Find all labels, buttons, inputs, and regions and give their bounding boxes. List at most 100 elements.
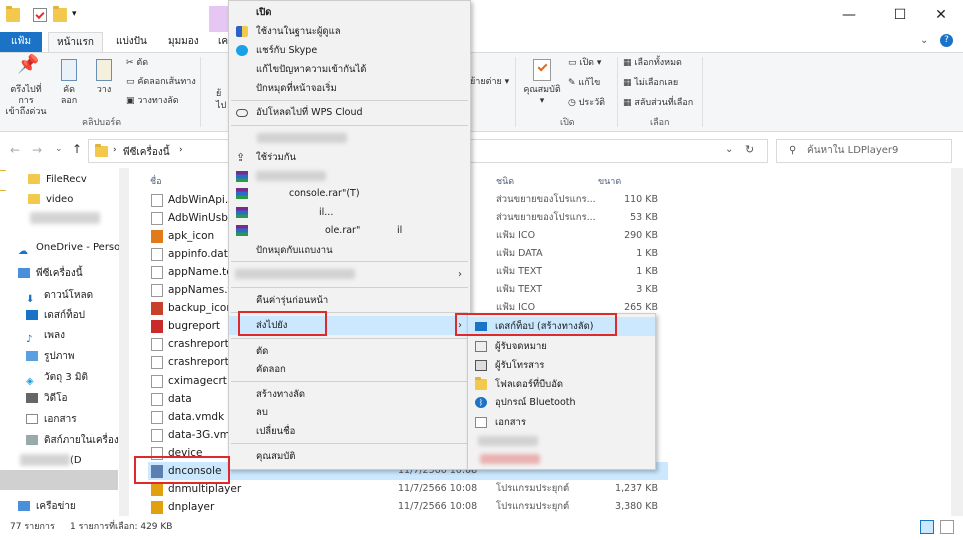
- sidebar-item-this-pc[interactable]: พีซีเครื่องนี้: [0, 264, 125, 284]
- menu-item-submenu-redacted[interactable]: ›: [229, 265, 470, 284]
- folder-icon: [28, 194, 40, 204]
- properties-button[interactable]: คุณสมบัติ ▾: [520, 59, 564, 107]
- new-folder-icon[interactable]: [53, 6, 67, 22]
- submenu-item-fax[interactable]: ผู้รับโทรสาร: [468, 356, 655, 375]
- file-row[interactable]: dnplayer 11/7/2566 10:08 โปรแกรมประยุกต์ 3,…: [148, 498, 668, 516]
- menu-item-cut[interactable]: ตัด: [229, 342, 470, 361]
- help-icon[interactable]: ?: [940, 34, 953, 47]
- forward-icon[interactable]: →: [32, 143, 42, 157]
- submenu-item-zip[interactable]: โฟลเดอร์ที่บีบอัด: [468, 375, 655, 394]
- minimize-button[interactable]: —: [826, 0, 872, 32]
- sidebar-item-local-disk-c[interactable]: ดิสก์ภายในเครื่อง (C: [0, 431, 125, 451]
- properties-icon[interactable]: [33, 8, 47, 22]
- sidebar-item-onedrive[interactable]: ☁ OneDrive - Person: [0, 238, 125, 258]
- tab-highlight: [209, 6, 229, 32]
- menu-separator: [231, 125, 468, 126]
- edit-button[interactable]: ✎ แก้ไข: [568, 78, 600, 89]
- pin-icon: 📌: [17, 54, 40, 75]
- menu-item-rar-2[interactable]: console.rar"(T): [229, 184, 470, 203]
- details-view-icon[interactable]: [920, 520, 934, 534]
- large-icons-view-icon[interactable]: [940, 520, 954, 534]
- menu-item-open[interactable]: เปิด: [229, 3, 470, 22]
- copy-button[interactable]: คัด ลอก: [56, 59, 82, 107]
- select-all-button[interactable]: ▦ เลือกทั้งหมด: [623, 58, 682, 69]
- chevron-down-icon[interactable]: ⌄: [920, 35, 928, 46]
- highlight-send-to: [238, 311, 327, 336]
- invert-selection-button[interactable]: ▦ สลับส่วนที่เลือก: [623, 98, 693, 109]
- new-item-button[interactable]: ย้ายต่าย ▾: [470, 77, 509, 88]
- sidebar-item-network[interactable]: เครือข่าย: [0, 497, 125, 517]
- quick-access-dropdown-icon[interactable]: ▾: [72, 8, 86, 22]
- breadcrumb-this-pc[interactable]: พีซีเครื่องนี้: [123, 145, 170, 160]
- sidebar-scrollbar[interactable]: [119, 168, 129, 516]
- menu-item-delete[interactable]: ลบ: [229, 403, 470, 422]
- sidebar-item-downloads[interactable]: ⬇ ดาวน์โหลด: [0, 286, 125, 306]
- sidebar-selected-item[interactable]: [0, 470, 118, 490]
- submenu-item-bluetooth[interactable]: ᛒ อุปกรณ์ Bluetooth: [468, 393, 655, 412]
- refresh-icon[interactable]: ↻: [745, 143, 754, 156]
- address-dropdown-icon[interactable]: ⌄: [725, 144, 733, 155]
- sidebar-item-pictures[interactable]: รูปภาพ: [0, 347, 125, 367]
- sidebar-item-filerecv[interactable]: FileRecv: [0, 170, 125, 190]
- file-size: 1 KB: [636, 266, 658, 278]
- column-header-name[interactable]: ชื่อ: [150, 174, 162, 188]
- menu-item-copy[interactable]: คัดลอก: [229, 360, 470, 379]
- pin-quick-access-button[interactable]: 📌 ตรึงไปที่การ เข้าถึงด่วน: [4, 54, 48, 118]
- file-icon: [151, 320, 163, 334]
- close-button[interactable]: ✕: [918, 0, 963, 32]
- menu-separator: [231, 287, 468, 288]
- maximize-button[interactable]: ☐: [877, 0, 923, 32]
- sidebar-item-music[interactable]: ♪ เพลง: [0, 326, 125, 346]
- menu-item-share-skype[interactable]: แชร์กับ Skype: [229, 41, 470, 60]
- file-icon: [151, 500, 163, 514]
- history-button[interactable]: ◷ ประวัติ: [568, 98, 605, 109]
- menu-item-create-shortcut[interactable]: สร้างทางลัด: [229, 385, 470, 404]
- menu-item-rar-4[interactable]: ole.rar" il: [229, 221, 470, 240]
- menu-item-properties[interactable]: คุณสมบัติ: [229, 447, 470, 466]
- sidebar-item-3d-objects[interactable]: ◈ วัตถุ 3 มิติ: [0, 368, 125, 388]
- redacted-item: [480, 454, 540, 464]
- menu-item-restore-versions[interactable]: คืนค่ารุ่นก่อนหน้า: [229, 291, 470, 310]
- copy-path-button[interactable]: ▭ คัดลอกเส้นทาง: [126, 77, 196, 88]
- sidebar-item-videos[interactable]: วิดีโอ: [0, 389, 125, 409]
- sidebar-item-video[interactable]: video: [0, 190, 125, 210]
- tab-home[interactable]: หน้าแรก: [48, 32, 103, 52]
- file-icon: [151, 338, 163, 352]
- up-icon[interactable]: ↑: [72, 142, 82, 156]
- bluetooth-icon: ᛒ: [475, 397, 487, 408]
- menu-item-pin-taskbar[interactable]: ปักหมุดกับแถบงาน: [229, 241, 470, 260]
- search-input[interactable]: ⚲ ค้นหาใน LDPlayer9: [776, 139, 952, 163]
- menu-item-troubleshoot[interactable]: แก้ไขปัญหาความเข้ากันได้: [229, 60, 470, 79]
- file-date: 11/7/2566 10:08: [398, 500, 478, 512]
- sidebar-item-documents[interactable]: เอกสาร: [0, 410, 125, 430]
- send-to-submenu: เดสก์ท็อป (สร้างทางลัด) ผู้รับจดหมาย ผู้…: [467, 313, 656, 470]
- paste-shortcut-button[interactable]: ▣ วางทางลัด: [126, 96, 179, 107]
- column-header-size[interactable]: ขนาด: [598, 174, 621, 188]
- redacted-item: [478, 436, 538, 446]
- menu-item-pin-start[interactable]: ปักหมุดที่หน้าจอเริ่ม: [229, 79, 470, 98]
- tab-share[interactable]: แบ่งปัน: [108, 32, 155, 52]
- menu-item-share[interactable]: ⇪ ใช้ร่วมกัน: [229, 148, 470, 167]
- file-icon: [151, 302, 163, 316]
- recent-dropdown-icon[interactable]: ⌄: [55, 144, 63, 154]
- menu-item-run-as-admin[interactable]: ใช้งานในฐานะผู้ดูแล: [229, 22, 470, 41]
- column-header-type[interactable]: ชนิด: [496, 174, 514, 188]
- menu-item-rename[interactable]: เปลี่ยนชื่อ: [229, 422, 470, 441]
- back-icon[interactable]: ←: [10, 143, 20, 157]
- cut-button[interactable]: ✂ ตัด: [126, 58, 148, 69]
- open-menu-button[interactable]: ▭ เปิด ▾: [568, 58, 601, 69]
- submenu-item-documents[interactable]: เอกสาร: [468, 413, 655, 432]
- tab-file[interactable]: แฟ้ม: [0, 32, 42, 52]
- tab-view[interactable]: มุมมอง: [160, 32, 207, 52]
- menu-item-wps-cloud[interactable]: อัปโหลดไปที่ WPS Cloud: [229, 103, 470, 122]
- file-list-scrollbar[interactable]: [951, 168, 963, 516]
- sidebar-item-desktop[interactable]: เดสก์ท็อป: [0, 306, 125, 326]
- select-none-button[interactable]: ▦ ไม่เลือกเลย: [623, 78, 678, 89]
- winrar-icon: [236, 171, 248, 182]
- menu-separator: [231, 261, 468, 262]
- winrar-icon: [236, 225, 248, 236]
- submenu-item-mail[interactable]: ผู้รับจดหมาย: [468, 337, 655, 356]
- pictures-icon: [26, 351, 38, 361]
- paste-button[interactable]: วาง: [92, 59, 116, 96]
- menu-item-rar-3[interactable]: il...: [229, 203, 470, 222]
